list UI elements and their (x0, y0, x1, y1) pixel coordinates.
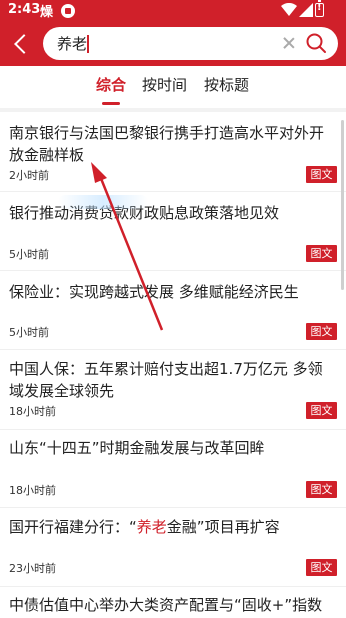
list-item[interactable]: 中国人保：五年累计赔付支出超1.7万亿元 多领域发展全球领先 18小时前 图文 (0, 350, 346, 430)
news-badge: 图文 (306, 559, 337, 576)
search-icon[interactable] (305, 32, 327, 54)
list-item[interactable]: 中债估值中心举办大类资产配置与“固收+”指数 (0, 587, 346, 618)
text-cursor (87, 35, 89, 53)
app-notification-icon (61, 4, 75, 18)
status-time: 2:43 (8, 2, 41, 17)
list-item[interactable]: 山东“十四五”时期金融发展与改革回眸 18小时前 图文 (0, 430, 346, 508)
list-item[interactable]: 国开行福建分行：“养老金融”项目再扩容 23小时前 图文 (0, 508, 346, 587)
battery-icon (315, 0, 324, 17)
news-badge: 图文 (306, 402, 337, 419)
list-item[interactable]: 南京银行与法国巴黎银行携手打造高水平对外开放金融样板 2小时前 图文 (0, 112, 346, 192)
tab-bar: 综合 按时间 按标题 (0, 66, 346, 108)
scrollbar[interactable] (341, 120, 344, 290)
news-title[interactable]: 中债估值中心举办大类资产配置与“固收+”指数 (9, 594, 335, 616)
tab-by-title[interactable]: 按标题 (204, 74, 249, 95)
status-bar: 2:43 燥 (0, 0, 346, 22)
news-title[interactable]: 保险业：实现跨越式发展 多维赋能经济民生 (9, 281, 335, 303)
back-button[interactable] (10, 31, 34, 57)
watermark (58, 195, 148, 209)
news-badge: 图文 (306, 166, 337, 183)
wifi-icon (281, 3, 297, 16)
search-box[interactable]: 养老 (43, 27, 338, 60)
tab-by-time[interactable]: 按时间 (142, 74, 187, 95)
news-time: 5小时前 (9, 248, 49, 261)
flame-icon: 燥 (40, 5, 54, 20)
clear-icon[interactable] (281, 35, 297, 51)
news-title[interactable]: 山东“十四五”时期金融发展与改革回眸 (9, 437, 335, 459)
news-title[interactable]: 南京银行与法国巴黎银行携手打造高水平对外开放金融样板 (9, 122, 335, 166)
tab-all[interactable]: 综合 (96, 74, 126, 95)
search-input[interactable]: 养老 (57, 33, 87, 54)
news-title[interactable]: 国开行福建分行：“养老金融”项目再扩容 (9, 516, 335, 538)
news-time: 2小时前 (9, 169, 49, 182)
news-time: 5小时前 (9, 326, 49, 339)
news-title[interactable]: 中国人保：五年累计赔付支出超1.7万亿元 多领域发展全球领先 (9, 358, 335, 402)
news-title-part: 金融”项目再扩容 (166, 518, 280, 536)
header: 2:43 燥 养老 综合 按时间 按标题 (0, 0, 346, 112)
news-time: 23小时前 (9, 562, 56, 575)
news-badge: 图文 (306, 323, 337, 340)
news-badge: 图文 (306, 481, 337, 498)
news-time: 18小时前 (9, 405, 56, 418)
news-list: 南京银行与法国巴黎银行携手打造高水平对外开放金融样板 2小时前 图文 银行推动消… (0, 112, 346, 618)
news-time: 18小时前 (9, 484, 56, 497)
active-tab-indicator (102, 102, 120, 105)
signal-icon (299, 3, 313, 17)
search-bar: 养老 (0, 22, 346, 66)
list-item[interactable]: 保险业：实现跨越式发展 多维赋能经济民生 5小时前 图文 (0, 271, 346, 350)
keyword-highlight: 养老 (136, 518, 167, 536)
news-title-part: 国开行福建分行：“ (9, 518, 137, 536)
news-badge: 图文 (306, 245, 337, 262)
list-item[interactable]: 银行推动消费贷款财政贴息政策落地见效 5小时前 图文 (0, 192, 346, 271)
